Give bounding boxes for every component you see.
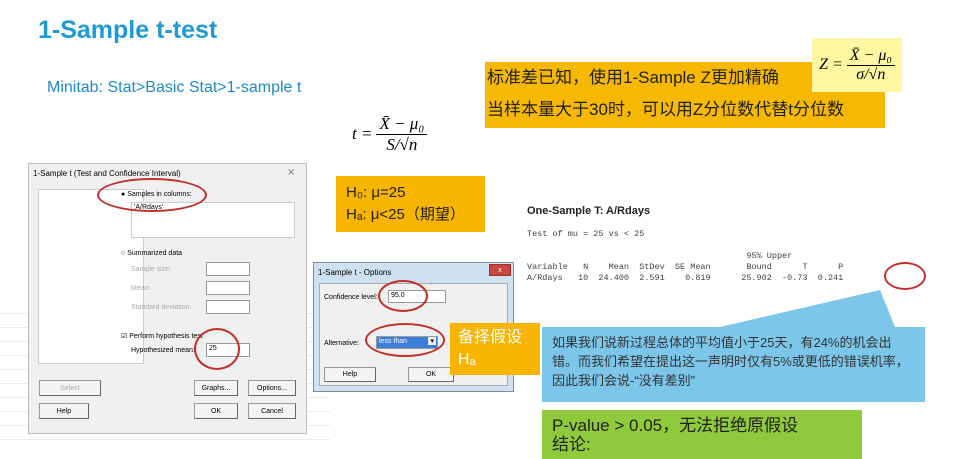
output-text: Test of mu = 25 vs < 25 95% Upper Variab…: [527, 229, 843, 284]
columns-input[interactable]: 'A/Rdays': [131, 202, 295, 238]
std-input[interactable]: [206, 300, 250, 314]
null-hypothesis: H₀: μ=25: [346, 184, 406, 201]
slide-title: 1-Sample t-test: [38, 16, 218, 44]
options-help-button[interactable]: Help: [324, 367, 376, 382]
z-formula: Z = X̄ − μ₀ σ/√n: [812, 38, 902, 92]
conclusion-box: P-value > 0.05，无法拒绝原假设 结论:: [542, 410, 862, 459]
alternative-value: less than: [379, 338, 408, 345]
mean-input[interactable]: [206, 281, 250, 295]
session-output: One-Sample T: A/Rdays Test of mu = 25 vs…: [527, 205, 843, 284]
help-button[interactable]: Help: [39, 403, 89, 419]
graphs-button[interactable]: Graphs...: [194, 380, 238, 396]
z-formula-lhs: Z =: [819, 56, 843, 73]
hyp-mean-input[interactable]: 25: [206, 343, 250, 357]
cancel-button[interactable]: Cancel: [248, 403, 296, 419]
table-header-2: Variable N Mean StDev SE Mean Bound T P: [527, 262, 844, 272]
t-formula: t = X̄ − μ₀ S/√n: [352, 108, 432, 160]
alt-hypothesis-label-box: 备择假设 Hₐ: [450, 323, 540, 375]
z-formula-denominator: σ/√n: [856, 65, 886, 83]
alt-hypothesis: Hₐ: μ<25（期望）: [346, 206, 465, 223]
perform-test-label: Perform hypothesis test: [129, 333, 203, 340]
options-dialog-title: 1-Sample t - Options: [318, 268, 392, 277]
table-row: A/Rdays 10 24.400 2.591 0.819 25.902 -0.…: [527, 273, 844, 283]
output-heading: One-Sample T: A/Rdays: [527, 205, 651, 217]
mean-label: Mean:: [131, 285, 151, 292]
summarized-radio[interactable]: ○ Summarized data: [121, 250, 182, 257]
options-ok-button[interactable]: OK: [408, 367, 454, 382]
t-formula-numerator: X̄ − μ₀: [376, 114, 428, 135]
alternative-label: Alternative:: [324, 340, 360, 347]
options-close-button[interactable]: x: [489, 264, 511, 276]
test-line: Test of mu = 25 vs < 25: [527, 229, 645, 239]
summarized-radio-label: Summarized data: [127, 250, 183, 257]
sample-size-label: Sample size:: [131, 266, 172, 273]
one-sample-t-dialog: 1-Sample t (Test and Confidence Interval…: [28, 163, 307, 434]
alt-hypothesis-symbol: Hₐ: [458, 351, 476, 368]
select-button[interactable]: Select: [39, 380, 101, 396]
conf-level-label: Confidence level:: [324, 294, 378, 301]
options-button[interactable]: Options...: [248, 380, 296, 396]
samples-radio-label: Samples in columns:: [127, 191, 192, 198]
std-label: Standard deviation:: [131, 304, 192, 311]
menu-path: Minitab: Stat>Basic Stat>1-sample t: [47, 79, 302, 96]
z-note-line-2: 当样本量大于30时，可以用Z分位数代替t分位数: [487, 100, 845, 119]
dialog-title: 1-Sample t (Test and Confidence Interval…: [33, 169, 181, 178]
explanation-box: 如果我们说新过程总体的平均值小于25天，有24%的机会出错。而我们希望在提出这一…: [542, 327, 925, 402]
alt-hypothesis-label: 备择假设: [458, 329, 523, 346]
callout-pointer: [720, 290, 895, 327]
conf-level-input[interactable]: 95.0: [388, 290, 446, 303]
conclusion-label: 结论:: [552, 435, 591, 454]
alternative-select[interactable]: less than ▾: [376, 336, 438, 349]
z-formula-numerator: X̄ − μ₀: [846, 47, 895, 66]
close-button[interactable]: ⨯: [287, 167, 295, 178]
t-formula-lhs: t =: [352, 124, 373, 143]
perform-test-checkbox[interactable]: ☑ Perform hypothesis test: [121, 332, 203, 340]
table-header-1: 95% Upper: [527, 251, 793, 261]
hypotheses-box: H₀: μ=25 Hₐ: μ<25（期望）: [336, 176, 485, 232]
sample-size-input[interactable]: [206, 262, 250, 276]
p-value-statement: P-value > 0.05，无法拒绝原假设: [552, 416, 799, 435]
t-formula-denominator: S/√n: [386, 134, 418, 154]
samples-radio[interactable]: ● Samples in columns:: [121, 191, 192, 198]
hyp-mean-label: Hypothesized mean:: [131, 347, 195, 354]
ok-button[interactable]: OK: [194, 403, 238, 419]
chevron-down-icon: ▾: [428, 337, 436, 345]
